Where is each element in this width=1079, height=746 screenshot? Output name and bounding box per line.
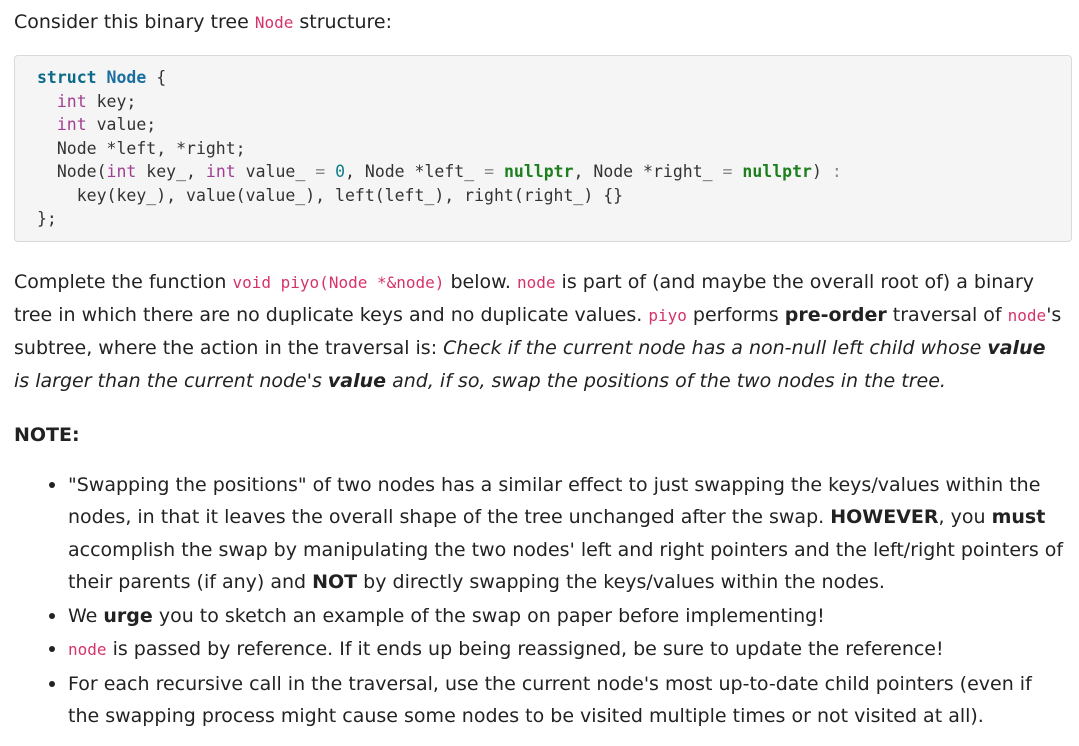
code-type: int — [56, 91, 87, 111]
bold-pre-order: pre-order — [784, 303, 887, 326]
intro-paragraph: Consider this binary tree Node structure… — [14, 6, 1065, 39]
intro-text-end: structure: — [293, 11, 393, 33]
list-text: you to sketch an example of the swap on … — [152, 604, 825, 627]
code-operator: : — [831, 162, 842, 181]
code-keyword: struct — [37, 68, 97, 87]
code-operator: = — [484, 162, 495, 181]
list-item: For each recursive call in the traversal… — [68, 667, 1065, 733]
code-line: Node *left, *right; — [37, 138, 246, 158]
code-operator: = — [722, 162, 733, 181]
code-text: key; — [86, 91, 137, 111]
intro-text: Consider this binary tree — [14, 11, 255, 33]
inline-code-piyo: piyo — [648, 305, 687, 325]
bold-not: NOT — [312, 571, 358, 593]
inline-code-signature: void piyo(Node *&node) — [232, 272, 445, 292]
para-text: traversal of — [886, 303, 1008, 326]
code-text: , Node *right_ — [573, 162, 723, 181]
bold-urge: urge — [103, 604, 153, 627]
code-text: { — [146, 68, 167, 87]
code-type: int — [56, 115, 87, 134]
code-line: key(key_), value(value_), left(left_), r… — [37, 185, 624, 205]
para-text: performs — [686, 303, 785, 326]
code-text: value_ — [235, 162, 316, 181]
code-block-struct: struct Node { int key; int value; Node *… — [14, 55, 1072, 242]
document-page: Consider this binary tree Node structure… — [0, 0, 1079, 746]
list-text: We — [68, 604, 104, 627]
list-text: , you — [938, 506, 992, 528]
note-heading: NOTE: — [14, 423, 80, 446]
code-text: , Node *left_ — [345, 162, 485, 181]
code-type: int — [205, 162, 236, 181]
code-line: }; — [37, 209, 57, 228]
description-paragraph: Complete the function void piyo(Node *&n… — [14, 266, 1065, 398]
inline-code-node: Node — [254, 13, 294, 32]
list-text: is passed by reference. If it ends up be… — [106, 638, 944, 660]
italic-text: and, if so, swap the positions of the tw… — [386, 369, 946, 392]
code-operator: = — [315, 162, 326, 181]
bold-value: value — [987, 336, 1046, 359]
code-text: key_, — [136, 162, 206, 181]
code-nullptr: nullptr — [742, 162, 812, 181]
bold-must: must — [991, 506, 1046, 528]
list-text: by directly swapping the keys/values wit… — [357, 571, 885, 593]
inline-code-node: node — [516, 272, 556, 292]
inline-code-node: node — [1007, 305, 1047, 325]
code-text: ) — [811, 162, 832, 181]
bold-value: value — [327, 369, 387, 392]
code-class-name: Node — [106, 68, 147, 87]
code-number: 0 — [335, 162, 346, 181]
italic-text: is larger than the current node's — [14, 369, 328, 392]
code-text: value; — [86, 115, 157, 134]
list-item: "Swapping the positions" of two nodes ha… — [68, 468, 1065, 599]
inline-code-node: node — [68, 640, 107, 659]
italic-text: Check if the current node has a non-null… — [443, 336, 988, 359]
para-text: Complete the function — [14, 270, 233, 293]
code-text: Node( — [37, 162, 107, 181]
code-nullptr: nullptr — [503, 162, 574, 181]
code-type: int — [106, 162, 137, 181]
notes-list: "Swapping the positions" of two nodes ha… — [14, 468, 1065, 733]
para-text: below. — [444, 270, 517, 293]
bold-however: HOWEVER — [830, 506, 939, 528]
list-text: For each recursive call in the traversal… — [68, 672, 1032, 728]
list-item: We urge you to sketch an example of the … — [68, 599, 1065, 633]
list-item: node is passed by reference. If it ends … — [68, 632, 1065, 667]
